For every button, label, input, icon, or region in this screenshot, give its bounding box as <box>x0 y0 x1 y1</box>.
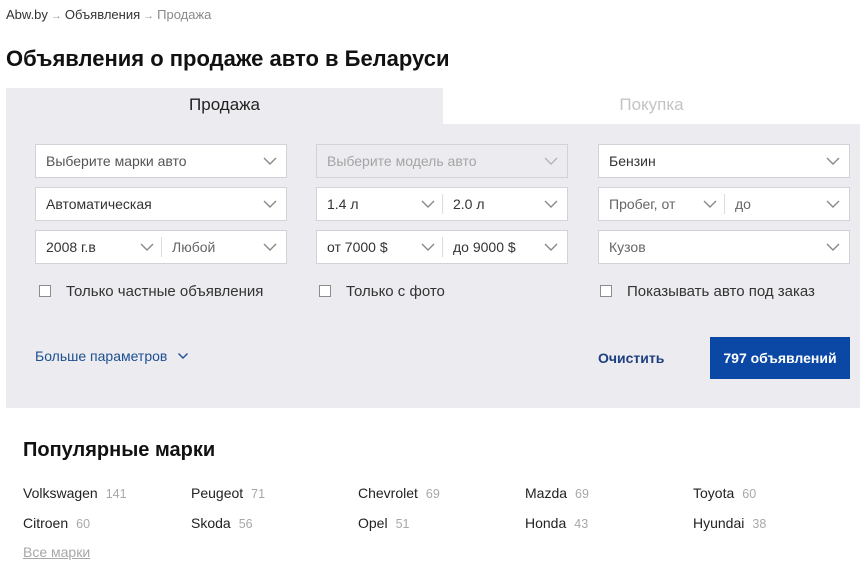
brand-count: 43 <box>574 517 589 531</box>
brand-count: 51 <box>395 517 410 531</box>
chevron-down-icon <box>825 196 841 212</box>
engine-volume-range: 1.4 л 2.0 л <box>316 187 568 221</box>
brand-name: Mazda <box>525 485 568 501</box>
chevron-down-icon <box>262 196 278 212</box>
private-only-label: Только частные объявления <box>66 283 264 300</box>
brand-link[interactable]: Hyundai 38 <box>693 515 766 531</box>
brand-count: 71 <box>251 487 266 501</box>
chevron-down-icon <box>177 349 189 365</box>
show-on-order-label: Показывать авто под заказ <box>627 283 815 300</box>
brand-count: 141 <box>105 487 127 501</box>
chevron-down-icon <box>543 196 559 212</box>
brand-count: 60 <box>76 517 91 531</box>
breadcrumb-current: Продажа <box>157 7 212 22</box>
brand-name: Citroen <box>23 515 69 531</box>
checkbox-box[interactable] <box>600 285 612 297</box>
brand-link[interactable]: Volkswagen 141 <box>23 485 127 501</box>
breadcrumb-separator: → <box>50 10 62 22</box>
brand-link[interactable]: Skoda 56 <box>191 515 253 531</box>
tab-sale[interactable]: Продажа <box>6 88 443 124</box>
brand-count: 69 <box>425 487 440 501</box>
checkbox-box[interactable] <box>319 285 331 297</box>
brand-name: Skoda <box>191 515 231 531</box>
brand-link[interactable]: Honda 43 <box>525 515 588 531</box>
brand-name: Chevrolet <box>358 485 418 501</box>
body-select[interactable]: Кузов <box>598 230 850 264</box>
price-range: от 7000 $ до 9000 $ <box>316 230 568 264</box>
search-filter-panel: Продажа Покупка Выберите марки авто Выбе… <box>6 88 860 408</box>
model-select[interactable]: Выберите модель авто <box>316 144 568 178</box>
body-select-placeholder: Кузов <box>609 239 646 255</box>
chevron-down-icon <box>420 196 436 212</box>
chevron-down-icon <box>825 239 841 255</box>
brand-count: 38 <box>752 517 767 531</box>
transmission-select[interactable]: Автоматическая <box>35 187 287 221</box>
with-photo-label: Только с фото <box>346 283 445 300</box>
breadcrumb-separator: → <box>143 10 155 22</box>
breadcrumb-ads-link[interactable]: Объявления <box>65 7 140 22</box>
fuel-select[interactable]: Бензин <box>598 144 850 178</box>
popular-brands-title: Популярные марки <box>23 439 216 461</box>
chevron-down-icon <box>262 153 278 169</box>
model-select-placeholder: Выберите модель авто <box>327 153 477 169</box>
brand-select-placeholder: Выберите марки авто <box>46 153 187 169</box>
brand-count: 56 <box>238 517 253 531</box>
mileage-range: Пробег, от до <box>598 187 850 221</box>
brand-link[interactable]: Chevrolet 69 <box>358 485 440 501</box>
chevron-down-icon <box>139 239 155 255</box>
breadcrumb-home-link[interactable]: Abw.by <box>6 7 48 22</box>
brand-link[interactable]: Citroen 60 <box>23 515 90 531</box>
brand-name: Toyota <box>693 485 735 501</box>
fuel-select-value: Бензин <box>609 153 656 169</box>
chevron-down-icon <box>543 239 559 255</box>
brand-name: Hyundai <box>693 515 745 531</box>
year-range: 2008 г.в Любой <box>35 230 287 264</box>
chevron-down-icon <box>702 196 718 212</box>
brand-link[interactable]: Peugeot 71 <box>191 485 265 501</box>
clear-button[interactable]: Очистить <box>598 350 664 366</box>
chevron-down-icon <box>420 239 436 255</box>
all-brands-link[interactable]: Все марки <box>23 544 90 560</box>
tab-bar: Продажа Покупка <box>6 88 860 124</box>
brand-name: Peugeot <box>191 485 244 501</box>
checkbox-box[interactable] <box>39 285 51 297</box>
brand-count: 69 <box>575 487 589 501</box>
chevron-down-icon <box>262 239 278 255</box>
more-params-label: Больше параметров <box>35 348 168 364</box>
brand-select[interactable]: Выберите марки авто <box>35 144 287 178</box>
transmission-select-value: Автоматическая <box>46 196 152 212</box>
chevron-down-icon <box>825 153 841 169</box>
brand-link[interactable]: Opel 51 <box>358 515 409 531</box>
show-results-button[interactable]: 797 объявлений <box>710 337 850 379</box>
more-params-link[interactable]: Больше параметров <box>35 348 189 365</box>
brand-count: 60 <box>742 487 757 501</box>
brand-name: Opel <box>358 515 388 531</box>
brand-name: Honda <box>525 515 567 531</box>
breadcrumb: Abw.by → Объявления → Продажа <box>6 7 211 22</box>
page-title: Объявления о продаже авто в Беларуси <box>6 46 450 71</box>
tab-buy[interactable]: Покупка <box>443 88 860 124</box>
brand-link[interactable]: Toyota 60 <box>693 485 756 501</box>
brand-link[interactable]: Mazda 69 <box>525 485 589 501</box>
brand-name: Volkswagen <box>23 485 98 501</box>
chevron-down-icon <box>543 153 559 169</box>
